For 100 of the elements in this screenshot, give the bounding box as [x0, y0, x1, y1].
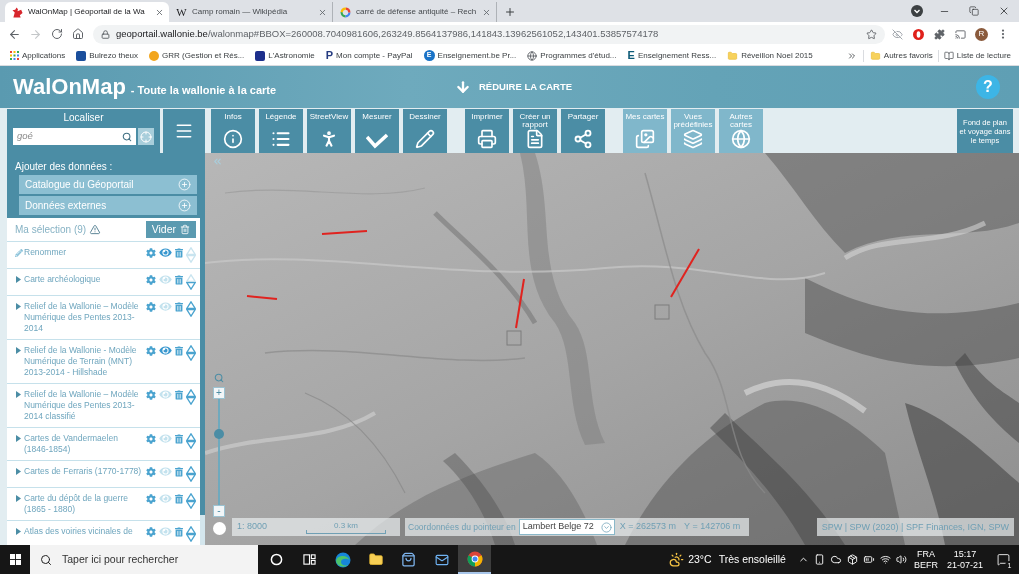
- move-down-icon[interactable]: [186, 309, 196, 317]
- bookmark-link[interactable]: Bulrezo theux: [76, 49, 139, 62]
- new-tab-icon[interactable]: [504, 6, 516, 18]
- bookmark-link[interactable]: GRR (Gestion et Rés...: [149, 49, 245, 62]
- data-source-button[interactable]: Données externes: [19, 196, 197, 215]
- bookmark-link[interactable]: Applications: [10, 49, 66, 62]
- trash-icon[interactable]: [175, 467, 183, 477]
- address-field[interactable]: geoportail.wallonie.be/walonmap#BBOX=260008.7040981606,263249.8564137986,141843.13962561052,143401.53857574178: [93, 24, 885, 44]
- box-icon[interactable]: [846, 554, 858, 565]
- trash-icon[interactable]: [175, 302, 183, 312]
- expand-caret-icon[interactable]: [16, 391, 21, 398]
- move-down-icon[interactable]: [186, 501, 196, 509]
- settings-icon[interactable]: [146, 346, 156, 356]
- move-up-icon[interactable]: [186, 493, 196, 501]
- move-up-icon[interactable]: [186, 526, 196, 534]
- search-field[interactable]: goé: [13, 128, 136, 145]
- trash-icon[interactable]: [175, 527, 183, 537]
- expand-caret-icon[interactable]: [16, 468, 21, 475]
- expand-caret-icon[interactable]: [16, 303, 21, 310]
- eye-off-icon[interactable]: [892, 28, 903, 40]
- bookmark-link[interactable]: Programmes d'étud...: [527, 49, 617, 62]
- reading-list-link[interactable]: Liste de lecture: [943, 49, 1011, 62]
- bookmark-star-icon[interactable]: [866, 28, 877, 40]
- move-down-icon[interactable]: [186, 534, 196, 542]
- expand-caret-icon[interactable]: [16, 435, 21, 442]
- trash-icon[interactable]: [175, 434, 183, 444]
- toolbar-button[interactable]: StreetView: [307, 109, 351, 153]
- move-up-icon[interactable]: [186, 466, 196, 474]
- menu-button[interactable]: [163, 109, 205, 153]
- clock-time[interactable]: 15:17: [953, 548, 977, 560]
- move-up-icon[interactable]: [186, 389, 196, 397]
- settings-icon[interactable]: [146, 527, 156, 537]
- trash-icon[interactable]: [175, 275, 183, 285]
- trash-icon[interactable]: [175, 248, 183, 258]
- more-bookmarks-icon[interactable]: [846, 50, 857, 61]
- move-down-icon[interactable]: [186, 441, 196, 449]
- profile-avatar[interactable]: R: [975, 27, 988, 41]
- toolbar-button[interactable]: Partager: [561, 109, 605, 153]
- forward-icon[interactable]: [29, 27, 42, 41]
- settings-icon[interactable]: [146, 275, 156, 285]
- zoom-slider-thumb[interactable]: [214, 428, 224, 439]
- battery-icon[interactable]: [862, 554, 875, 565]
- bookmark-link[interactable]: E Enseignement Ress...: [627, 49, 717, 62]
- eye-icon[interactable]: [159, 345, 172, 356]
- expand-caret-icon[interactable]: [16, 276, 21, 283]
- wifi-icon[interactable]: [879, 554, 891, 565]
- cast-icon[interactable]: [955, 28, 966, 40]
- move-down-icon[interactable]: [186, 397, 196, 405]
- settings-icon[interactable]: [146, 434, 156, 444]
- toolbar-button[interactable]: Autres cartes: [719, 109, 763, 153]
- eye-icon[interactable]: [159, 247, 172, 258]
- toolbar-button[interactable]: Infos: [211, 109, 255, 153]
- close-tab-icon[interactable]: [155, 7, 164, 17]
- close-tab-icon[interactable]: [482, 7, 491, 17]
- phone-icon[interactable]: [813, 554, 825, 565]
- taskbar-app-button[interactable]: [458, 545, 491, 574]
- bookmark-link[interactable]: Autres favoris: [869, 49, 933, 62]
- layer-name[interactable]: Carte archéologique: [24, 274, 144, 285]
- back-icon[interactable]: [8, 27, 21, 41]
- layer-name[interactable]: Relief de la Wallonie – Modèle Numérique des Pentes 2013-2014: [24, 301, 144, 334]
- browser-tab[interactable]: WalOnMap | Géoportail de la Wa: [5, 2, 169, 22]
- trash-icon[interactable]: [175, 346, 183, 356]
- bookmark-link[interactable]: Réveillon Noel 2015: [727, 49, 813, 62]
- search-icon[interactable]: [122, 131, 132, 142]
- layer-name[interactable]: Relief de la Wallonie – Modèle Numérique des Pentes 2013-2014 classifié: [24, 389, 144, 422]
- layer-name[interactable]: Relief de la Wallonie - Modèle Numérique de Terrain (MNT) 2013-2014 - Hillshade: [24, 345, 144, 378]
- layer-name[interactable]: Cartes de Ferraris (1770-1778): [24, 466, 144, 477]
- home-icon[interactable]: [71, 28, 84, 40]
- speaker-icon[interactable]: [895, 554, 907, 565]
- pencil-icon[interactable]: [15, 249, 23, 257]
- expand-caret-icon[interactable]: [16, 495, 21, 502]
- projection-select[interactable]: Lambert Belge 72: [518, 519, 615, 535]
- layer-name[interactable]: Cartes de Vandermaelen (1846-1854): [24, 433, 144, 455]
- close-tab-icon[interactable]: [318, 7, 327, 17]
- trash-icon[interactable]: [175, 390, 183, 400]
- reload-icon[interactable]: [50, 28, 63, 40]
- expand-caret-icon[interactable]: [16, 528, 21, 535]
- toolbar-button[interactable]: Mes cartes: [623, 109, 667, 153]
- toolbar-button[interactable]: Vues prédéfinies: [671, 109, 715, 153]
- settings-icon[interactable]: [146, 467, 156, 477]
- move-up-icon[interactable]: [186, 433, 196, 441]
- settings-icon[interactable]: [146, 390, 156, 400]
- weather-icon[interactable]: [669, 552, 685, 567]
- restore-icon[interactable]: [969, 6, 979, 16]
- trash-icon[interactable]: [175, 494, 183, 504]
- toolbar-button[interactable]: Imprimer: [465, 109, 509, 153]
- toolbar-button[interactable]: Légende: [259, 109, 303, 153]
- move-down-icon[interactable]: [186, 282, 196, 290]
- language-code[interactable]: FRA: [916, 548, 935, 560]
- locate-button[interactable]: [138, 128, 154, 145]
- puzzle-icon[interactable]: [934, 28, 945, 40]
- cloud-icon[interactable]: [829, 554, 842, 565]
- toolbar-button[interactable]: Créer un rapport: [513, 109, 557, 153]
- layer-name[interactable]: Renommer: [24, 247, 144, 258]
- reduce-map-button[interactable]: RÉDUIRE LA CARTE: [455, 77, 573, 97]
- expand-caret-icon[interactable]: [16, 347, 21, 354]
- settings-icon[interactable]: [146, 248, 156, 258]
- layer-name[interactable]: Carte du dépôt de la guerre (1865 - 1880): [24, 493, 144, 515]
- move-up-icon[interactable]: [186, 301, 196, 309]
- settings-icon[interactable]: [146, 494, 156, 504]
